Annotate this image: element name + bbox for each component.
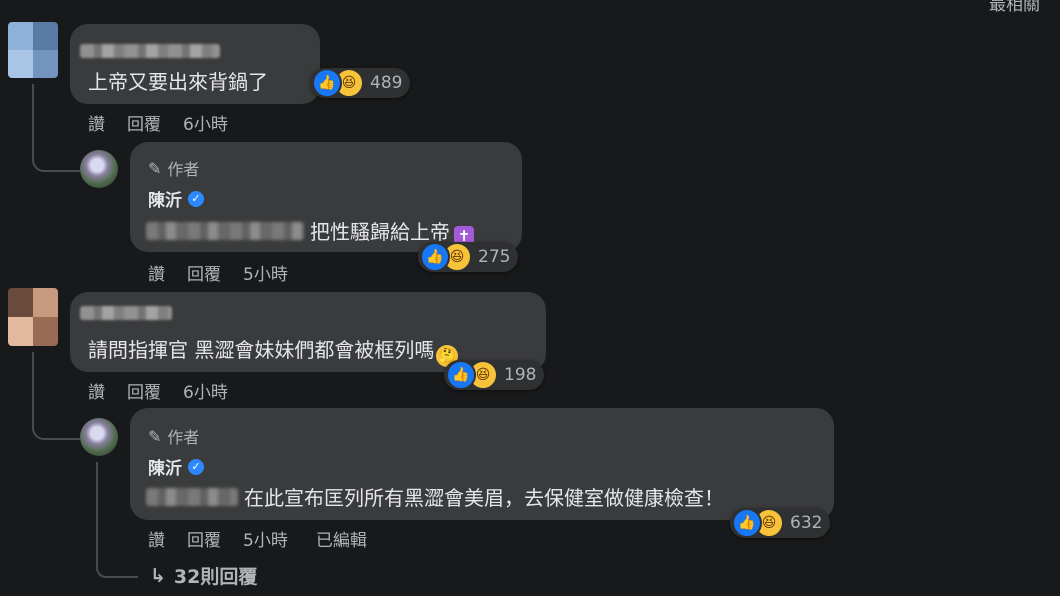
author-badge: ✎ 作者 xyxy=(148,156,199,180)
pencil-icon: ✎ xyxy=(148,158,162,178)
edited-label[interactable]: 已編輯 xyxy=(316,526,367,551)
reaction-count: 489 xyxy=(370,73,403,93)
name-text: 陳沂 xyxy=(148,191,182,211)
thread-connector xyxy=(32,84,80,172)
blurred-username[interactable] xyxy=(80,44,220,58)
blurred-mention[interactable] xyxy=(146,488,238,506)
reaction-count: 198 xyxy=(504,365,537,385)
reaction-summary[interactable]: 👍 😆 198 xyxy=(444,360,545,390)
reply-button[interactable]: 回覆 xyxy=(187,526,221,551)
author-label: 作者 xyxy=(167,428,200,447)
author-badge: ✎ 作者 xyxy=(148,424,199,448)
reply-button[interactable]: 回覆 xyxy=(187,260,221,285)
name-text: 陳沂 xyxy=(148,459,182,479)
sort-label[interactable]: 最相關 xyxy=(989,0,1040,15)
comment-actions: 讚 回覆 5小時 已編輯 xyxy=(148,526,389,551)
author-avatar[interactable] xyxy=(80,418,118,456)
reply-button[interactable]: 回覆 xyxy=(127,110,161,135)
avatar[interactable] xyxy=(8,288,58,346)
like-icon: 👍 xyxy=(732,508,762,538)
pencil-icon: ✎ xyxy=(148,426,162,446)
like-icon: 👍 xyxy=(446,360,476,390)
reaction-summary[interactable]: 👍 😆 489 xyxy=(310,68,411,98)
comment-actions: 讚 回覆 6小時 xyxy=(88,378,256,403)
verified-badge-icon: ✓ xyxy=(188,190,204,207)
timestamp[interactable]: 5小時 xyxy=(243,526,288,551)
reaction-summary[interactable]: 👍 😆 275 xyxy=(418,242,519,272)
comment-text: 請問指揮官 黑澀會妹妹們都會被框列嗎 🤔 xyxy=(88,334,459,367)
author-label: 作者 xyxy=(167,160,200,179)
commenter-name[interactable]: 陳沂 ✓ xyxy=(148,186,204,211)
timestamp[interactable]: 5小時 xyxy=(243,260,288,285)
like-button[interactable]: 讚 xyxy=(88,378,105,403)
thread-connector xyxy=(96,552,138,578)
like-button[interactable]: 讚 xyxy=(148,260,165,285)
blurred-username[interactable] xyxy=(80,306,172,320)
author-avatar[interactable] xyxy=(80,150,118,188)
blurred-mention[interactable] xyxy=(146,222,304,240)
like-button[interactable]: 讚 xyxy=(148,526,165,551)
commenter-name[interactable]: 陳沂 ✓ xyxy=(148,454,204,479)
comment-text: 上帝又要出來背鍋了 xyxy=(88,70,268,94)
like-icon: 👍 xyxy=(312,68,342,98)
reaction-count: 632 xyxy=(790,513,823,533)
comment-actions: 讚 回覆 6小時 xyxy=(88,110,256,135)
more-replies-label: 32則回覆 xyxy=(173,566,258,588)
comment-text: 在此宣布匡列所有黑澀會美眉，去保健室做健康檢查！ xyxy=(244,486,724,510)
verified-badge-icon: ✓ xyxy=(188,458,204,475)
like-button[interactable]: 讚 xyxy=(88,110,105,135)
reaction-summary[interactable]: 👍 😆 632 xyxy=(730,508,831,538)
avatar[interactable] xyxy=(8,22,58,78)
like-icon: 👍 xyxy=(420,242,450,272)
reply-button[interactable]: 回覆 xyxy=(127,378,161,403)
thread-line xyxy=(96,462,98,562)
timestamp[interactable]: 6小時 xyxy=(183,110,228,135)
view-more-replies-button[interactable]: ↳ 32則回覆 xyxy=(150,562,257,589)
thread-connector xyxy=(32,352,80,440)
comments-section: 最相關 上帝又要出來背鍋了 👍 😆 489 讚 回覆 6小時 ✎ 作者 陳沂 ✓… xyxy=(0,0,1060,596)
reply-arrow-icon: ↳ xyxy=(150,564,166,587)
reaction-count: 275 xyxy=(478,247,511,267)
timestamp[interactable]: 6小時 xyxy=(183,378,228,403)
comment-actions: 讚 回覆 5小時 xyxy=(148,260,316,285)
